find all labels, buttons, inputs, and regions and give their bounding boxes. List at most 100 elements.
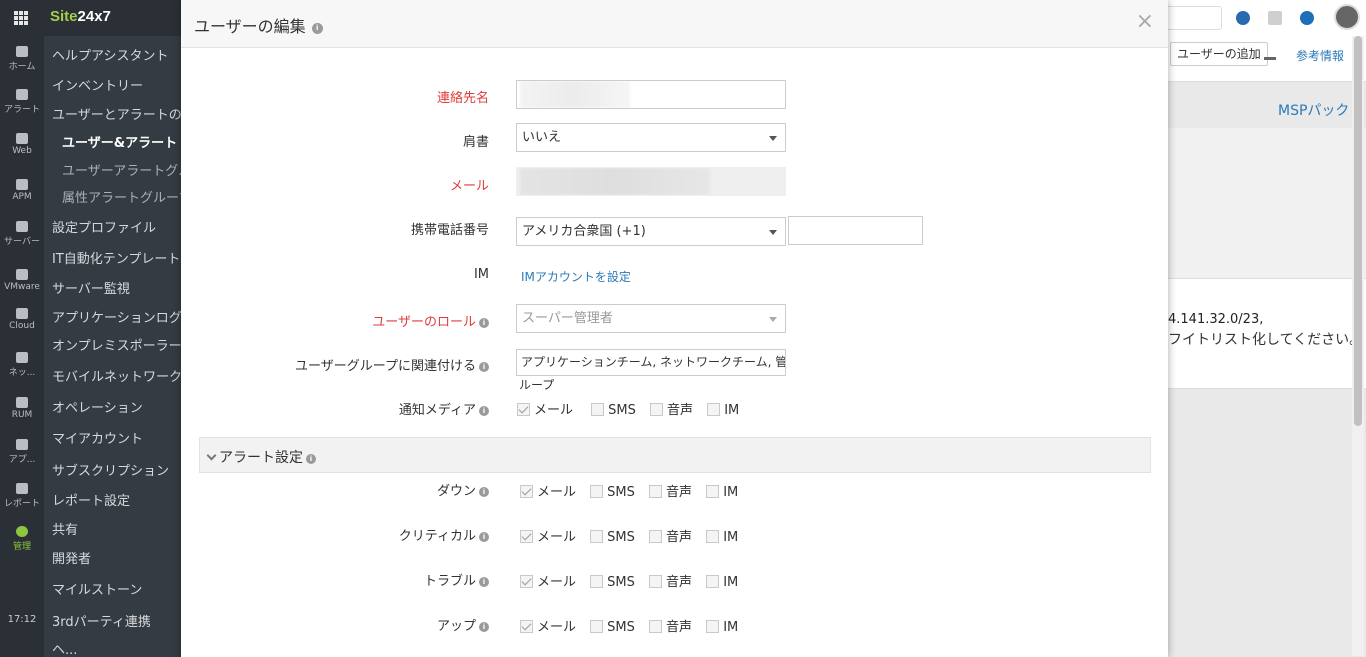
info-icon[interactable]: i — [479, 577, 489, 587]
scrollbar-thumb[interactable] — [1354, 36, 1362, 426]
down-mail-option[interactable]: メール — [520, 481, 576, 500]
checklist-icon[interactable] — [1268, 11, 1282, 25]
nav-user-alert-groups[interactable]: ユーザーアラートグル — [62, 160, 181, 179]
trouble-im-checkbox[interactable] — [706, 575, 720, 588]
info-icon[interactable]: i — [479, 532, 489, 542]
phone-number-input[interactable] — [788, 216, 923, 245]
nav-third-party[interactable]: 3rdパーティ連携 — [52, 611, 151, 630]
trouble-voice-option[interactable]: 音声 — [649, 571, 692, 590]
rail-home[interactable]: ホーム — [0, 46, 44, 72]
media-mail-option[interactable]: メール — [517, 399, 573, 418]
rail-apm[interactable]: APM — [0, 179, 44, 202]
critical-sms-checkbox[interactable] — [590, 530, 604, 543]
nav-operations[interactable]: オペレーション — [52, 397, 143, 416]
trouble-im-option[interactable]: IM — [706, 575, 738, 590]
up-voice-option[interactable]: 音声 — [649, 616, 692, 635]
rail-apps[interactable]: アプ... — [0, 439, 44, 465]
nav-mobile-network-poller[interactable]: モバイルネットワークポ — [52, 366, 181, 385]
nav-config-profiles[interactable]: 設定プロファイル — [52, 217, 156, 236]
country-code-select[interactable]: アメリカ合衆国 (+1) — [516, 217, 786, 246]
info-icon[interactable]: i — [311, 23, 323, 34]
media-im-option[interactable]: IM — [707, 403, 739, 418]
down-voice-option[interactable]: 音声 — [649, 481, 692, 500]
up-voice-checkbox[interactable] — [649, 620, 663, 633]
trouble-sms-checkbox[interactable] — [590, 575, 604, 588]
alert-settings-section[interactable]: アラート設定 i — [199, 437, 1151, 473]
nav-it-automation[interactable]: IT自動化テンプレート — [52, 248, 180, 267]
rail-cloud[interactable]: Cloud — [0, 308, 44, 331]
info-icon[interactable]: i — [479, 487, 489, 497]
down-im-checkbox[interactable] — [706, 485, 720, 498]
nav-report-settings[interactable]: レポート設定 — [52, 490, 130, 509]
nav-onpremise-poller[interactable]: オンプレミスポーラー — [52, 335, 181, 354]
nav-more[interactable]: ヘ... — [52, 639, 77, 657]
msp-pack-link[interactable]: MSPパック — [1278, 100, 1349, 120]
nav-app-logs[interactable]: アプリケーションログ — [52, 307, 181, 326]
down-im-option[interactable]: IM — [706, 485, 738, 500]
user-group-select[interactable]: アプリケーションチーム, ネットワークチーム, 管理グ — [516, 349, 786, 376]
critical-mail-option[interactable]: メール — [520, 526, 576, 545]
nav-developer[interactable]: 開発者 — [52, 548, 91, 567]
nav-users-alerts-mgmt[interactable]: ユーザーとアラートの管 — [52, 104, 181, 123]
chat-icon[interactable] — [1236, 11, 1250, 25]
nav-attribute-alert-groups[interactable]: 属性アラートグループ — [62, 187, 181, 206]
critical-im-option[interactable]: IM — [706, 530, 738, 545]
down-voice-checkbox[interactable] — [649, 485, 663, 498]
trouble-mail-checkbox[interactable] — [520, 575, 533, 588]
nav-inventory[interactable]: インベントリー — [52, 75, 143, 94]
trouble-mail-option[interactable]: メール — [520, 571, 576, 590]
up-mail-option[interactable]: メール — [520, 616, 576, 635]
media-mail-checkbox[interactable] — [517, 403, 530, 416]
info-icon[interactable]: i — [306, 454, 316, 464]
contact-name-input[interactable] — [516, 80, 786, 109]
down-mail-checkbox[interactable] — [520, 485, 533, 498]
critical-sms-option[interactable]: SMS — [590, 530, 635, 545]
info-icon[interactable]: i — [479, 362, 489, 372]
rail-web[interactable]: Web — [0, 133, 44, 156]
rail-server[interactable]: サーバー — [0, 221, 44, 247]
nav-milestones[interactable]: マイルストーン — [52, 579, 142, 598]
critical-mail-checkbox[interactable] — [520, 530, 533, 543]
info-icon[interactable]: i — [479, 318, 489, 328]
up-sms-checkbox[interactable] — [590, 620, 604, 633]
nav-users-alerts[interactable]: ユーザー&アラート — [62, 132, 177, 151]
avatar[interactable] — [1334, 4, 1360, 30]
rail-admin[interactable]: 管理 — [0, 526, 44, 552]
rail-network[interactable]: ネッ... — [0, 352, 44, 378]
up-mail-checkbox[interactable] — [520, 620, 533, 633]
media-voice-option[interactable]: 音声 — [650, 399, 693, 418]
help-icon[interactable] — [1300, 11, 1314, 25]
nav-help-assistant[interactable]: ヘルプアシスタント — [52, 45, 168, 64]
app-grid-icon[interactable] — [14, 11, 28, 25]
rail-rum[interactable]: RUM — [0, 397, 44, 420]
rail-reports[interactable]: レポート — [0, 483, 44, 509]
download-icon[interactable] — [1264, 46, 1276, 60]
page-scrollbar[interactable] — [1352, 36, 1364, 656]
media-sms-checkbox[interactable] — [591, 403, 605, 416]
nav-share[interactable]: 共有 — [52, 519, 78, 538]
close-icon[interactable]: × — [1136, 10, 1154, 34]
add-user-button[interactable]: ユーザーの追加 — [1170, 42, 1268, 66]
reference-link[interactable]: 参考情報 — [1296, 47, 1344, 64]
nav-my-account[interactable]: マイアカウント — [52, 428, 143, 447]
nav-server-monitoring[interactable]: サーバー監視 — [52, 278, 130, 297]
rail-vmware[interactable]: VMware — [0, 269, 44, 292]
critical-im-checkbox[interactable] — [706, 530, 720, 543]
info-icon[interactable]: i — [479, 406, 489, 416]
info-icon[interactable]: i — [479, 622, 489, 632]
up-im-option[interactable]: IM — [706, 620, 738, 635]
media-voice-checkbox[interactable] — [650, 403, 664, 416]
top-search-input[interactable] — [1162, 6, 1222, 30]
media-sms-option[interactable]: SMS — [591, 403, 636, 418]
critical-voice-checkbox[interactable] — [649, 530, 663, 543]
brand-logo[interactable]: Site24x7 — [50, 8, 111, 25]
down-sms-option[interactable]: SMS — [590, 485, 635, 500]
nav-subscription[interactable]: サブスクリプション — [52, 460, 169, 479]
up-im-checkbox[interactable] — [706, 620, 720, 633]
trouble-sms-option[interactable]: SMS — [590, 575, 635, 590]
rail-alerts[interactable]: アラート — [0, 89, 44, 115]
up-sms-option[interactable]: SMS — [590, 620, 635, 635]
trouble-voice-checkbox[interactable] — [649, 575, 663, 588]
job-title-select[interactable]: いいえ — [516, 123, 786, 152]
configure-im-link[interactable]: IMアカウントを設定 — [521, 268, 631, 285]
